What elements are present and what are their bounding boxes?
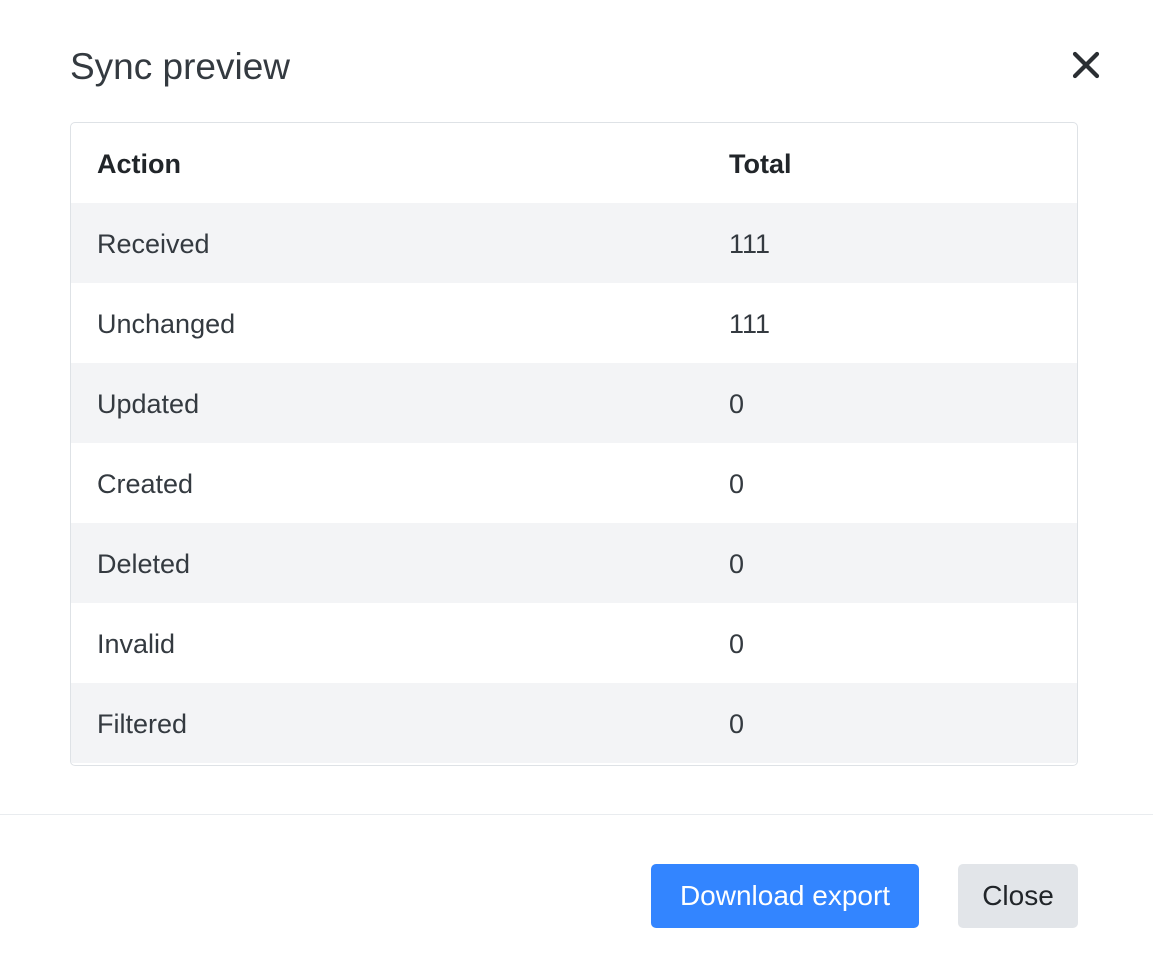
row-action: Updated	[97, 389, 200, 419]
close-button[interactable]: Close	[958, 864, 1078, 928]
row-total: 0	[729, 469, 745, 499]
row-total: 0	[729, 709, 745, 739]
table-row: Created 0	[71, 443, 1077, 523]
table-row: Received 111	[71, 203, 1077, 283]
column-header-total: Total	[729, 149, 792, 179]
close-x-icon[interactable]	[1067, 46, 1105, 84]
table-row: Unchanged 111	[71, 283, 1077, 363]
table-header-row: Action Total	[71, 123, 1077, 203]
download-export-button[interactable]: Download export	[651, 864, 919, 928]
row-total: 0	[729, 629, 745, 659]
modal-header: Sync preview	[0, 0, 1153, 122]
sync-preview-modal: Sync preview Action Total Received 111 U…	[0, 0, 1153, 970]
row-action: Invalid	[97, 629, 176, 659]
row-action: Deleted	[97, 549, 191, 579]
row-action: Received	[97, 229, 210, 259]
row-total: 0	[729, 549, 745, 579]
table-row: Invalid 0	[71, 603, 1077, 683]
table-row: Updated 0	[71, 363, 1077, 443]
column-header-action: Action	[97, 149, 181, 179]
table-row: Deleted 0	[71, 523, 1077, 603]
table-row: Filtered 0	[71, 683, 1077, 763]
row-total: 111	[729, 229, 771, 259]
row-total: 0	[729, 389, 745, 419]
footer-divider	[0, 814, 1153, 815]
row-action: Unchanged	[97, 309, 236, 339]
sync-results-table: Action Total Received 111 Unchanged 111 …	[70, 122, 1078, 766]
row-total: 111	[729, 309, 771, 339]
row-action: Filtered	[97, 709, 188, 739]
modal-title: Sync preview	[70, 46, 291, 87]
row-action: Created	[97, 469, 194, 499]
